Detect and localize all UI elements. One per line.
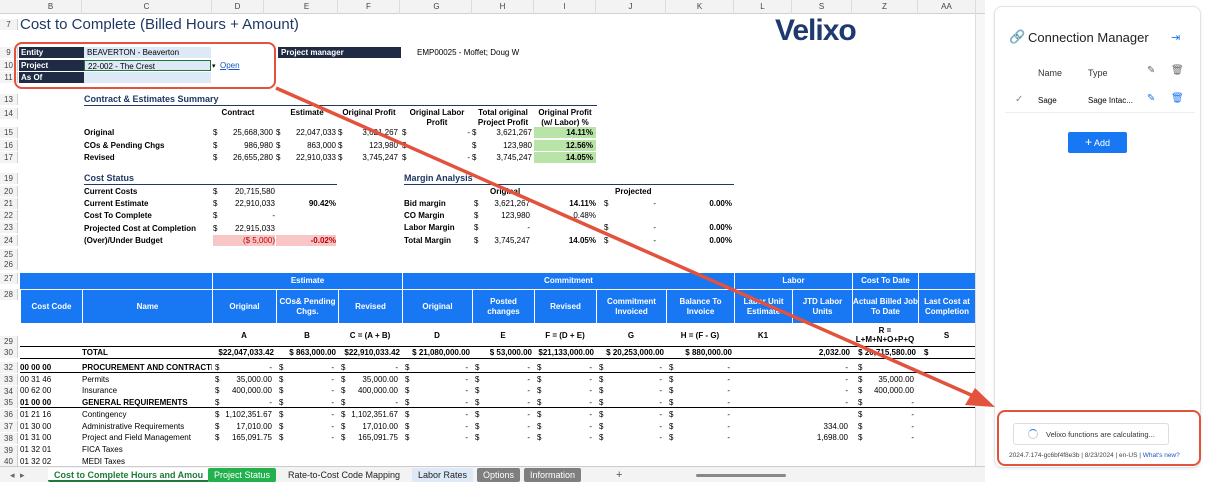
arrow-head (965, 388, 995, 407)
arrow-line (275, 86, 979, 400)
annotation-arrow (275, 86, 995, 407)
